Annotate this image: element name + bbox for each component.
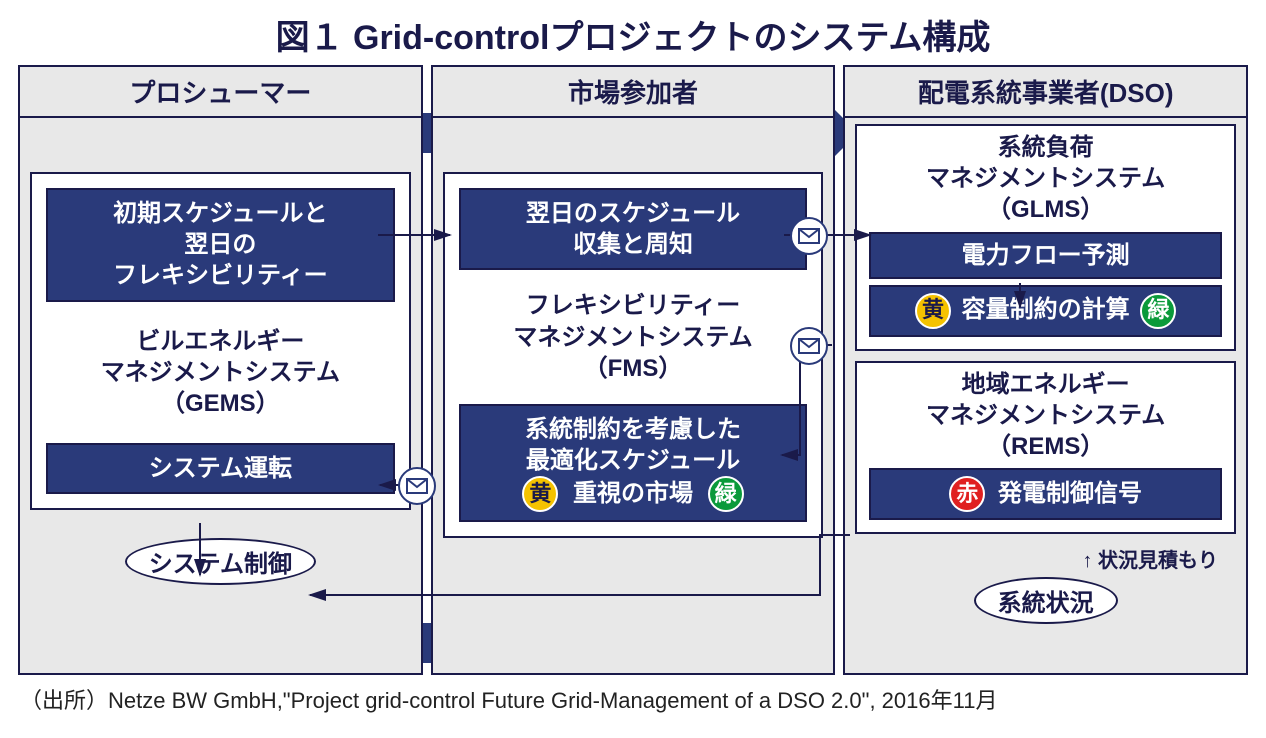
capacity-constraint-box: 黄 容量制約の計算 緑 [869,285,1222,337]
prosumer-header: プロシューマー [20,67,421,118]
yellow-dot-icon: 黄 [522,476,558,512]
diagram-title: 図１ Grid-controlプロジェクトのシステム構成 [0,0,1266,65]
gems-label: ビルエネルギー マネジメントシステム （GEMS） [40,308,401,438]
glms-panel: 系統負荷 マネジメントシステム （GLMS） 電力フロー予測 黄 容量制約の計算… [855,124,1236,351]
source-citation: （出所）Netze BW GmbH,"Project grid-control … [0,675,1266,715]
fms-panel: 翌日のスケジュール 収集と周知 フレキシビリティー マネジメントシステム （FM… [443,172,824,538]
dso-column: 配電系統事業者(DSO) 系統負荷 マネジメントシステム （GLMS） 電力フロ… [843,65,1248,675]
grid-situation-ellipse: 系統状況 [974,577,1118,624]
situation-estimate-label: ↑ 状況見積もり [1082,550,1218,572]
rems-panel: 地域エネルギー マネジメントシステム （REMS） 赤 発電制御信号 [855,361,1236,535]
rems-label: 地域エネルギー マネジメントシステム （REMS） [863,369,1228,463]
opt-line2: 最適化スケジュール [467,445,800,476]
opt-line3: 重視の市場 [573,480,693,507]
generation-control-signal-box: 赤 発電制御信号 [869,468,1222,520]
mail-icon [790,217,828,255]
market-header: 市場参加者 [433,67,834,118]
mail-icon [398,467,436,505]
optimized-schedule-box: 系統制約を考慮した 最適化スケジュール 黄 重視の市場 緑 [459,404,808,522]
next-day-schedule-box: 翌日のスケジュール 収集と周知 [459,188,808,270]
opt-line1: 系統制約を考慮した [467,414,800,445]
columns-container: 混雑予測 混雑回避 プロシューマー 初期スケジュールと 翌日の フレキシビリティ… [0,65,1266,675]
power-flow-forecast-box: 電力フロー予測 [869,232,1222,279]
green-dot-icon-2: 緑 [1140,293,1176,329]
system-operation-box: システム運転 [46,443,395,494]
initial-schedule-box: 初期スケジュールと 翌日の フレキシビリティー [46,188,395,302]
mail-icon [790,327,828,365]
market-column: 市場参加者 翌日のスケジュール 収集と周知 フレキシビリティー マネジメントシス… [431,65,836,675]
prosumer-column: プロシューマー 初期スケジュールと 翌日の フレキシビリティー ビルエネルギー … [18,65,423,675]
capacity-text: 容量制約の計算 [962,296,1130,323]
system-control-ellipse: システム制御 [125,538,316,585]
fms-label: フレキシビリティー マネジメントシステム （FMS） [453,276,814,398]
red-dot-icon: 赤 [949,476,985,512]
gems-panel: 初期スケジュールと 翌日の フレキシビリティー ビルエネルギー マネジメントシス… [30,172,411,510]
glms-label: 系統負荷 マネジメントシステム （GLMS） [863,132,1228,226]
green-dot-icon: 緑 [708,476,744,512]
yellow-dot-icon-2: 黄 [915,293,951,329]
dso-header: 配電系統事業者(DSO) [845,67,1246,118]
gen-signal-text: 発電制御信号 [998,480,1142,507]
